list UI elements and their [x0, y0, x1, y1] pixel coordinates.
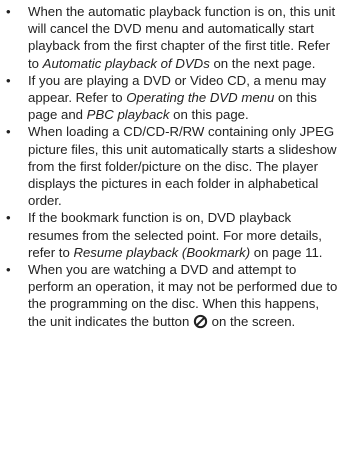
bullet-text: on the next page. [209, 55, 316, 71]
bullet-item-auto-playback: • When the automatic playback function i… [4, 3, 338, 72]
ref-resume-playback: Resume playback (Bookmark) [73, 244, 251, 260]
prohibited-icon [193, 314, 208, 328]
ref-automatic-playback: Automatic playback of DVDs [42, 55, 210, 71]
bullet-dot: • [6, 124, 11, 140]
bullet-dot: • [6, 210, 11, 226]
bullet-text: on the screen. [207, 313, 296, 329]
ref-pbc-playback: PBC playback [86, 107, 170, 123]
bullet-text: When loading a CD/CD-R/RW containing onl… [28, 124, 337, 209]
bullet-item-bookmark: • If the bookmark function is on, DVD pl… [4, 209, 338, 261]
bullet-item-jpeg-slideshow: • When loading a CD/CD-R/RW containing o… [4, 123, 338, 209]
bullet-dot: • [6, 4, 11, 19]
bullet-text: on this page. [169, 107, 249, 123]
bullet-dot: • [6, 72, 11, 88]
bullet-list: • When the automatic playback function i… [4, 3, 338, 330]
manual-page: • When the automatic playback function i… [0, 0, 342, 460]
bullet-text: on page 11. [250, 244, 323, 260]
bullet-item-prohibited-operation: • When you are watching a DVD and attemp… [4, 261, 338, 330]
bullet-dot: • [6, 262, 11, 278]
bullet-item-dvd-menu: • If you are playing a DVD or Video CD, … [4, 72, 338, 124]
ref-operating-dvd-menu: Operating the DVD menu [126, 90, 275, 106]
